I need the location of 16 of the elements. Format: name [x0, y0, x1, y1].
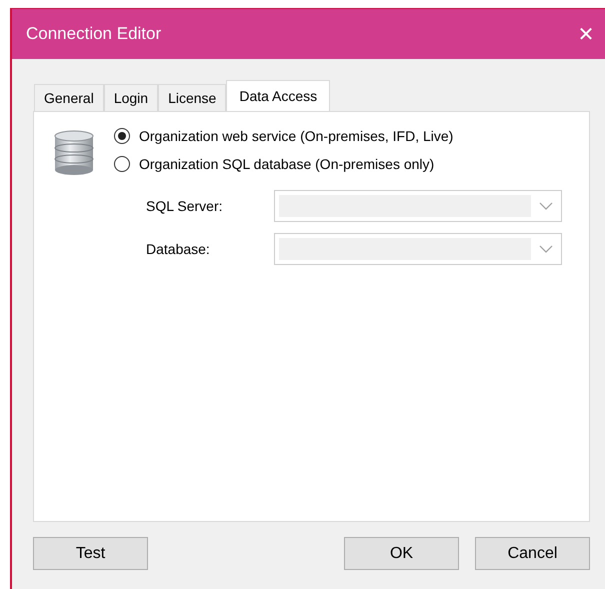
radio-option[interactable]: Organization SQL database (On-premises only)	[114, 156, 454, 172]
field-label: Database:	[146, 241, 211, 257]
database-icon	[52, 130, 96, 176]
tab[interactable]: Login	[104, 84, 158, 111]
window-title: Connection Editor	[26, 24, 162, 44]
dialog-button[interactable]: Test	[33, 537, 148, 570]
dialog-button[interactable]: Cancel	[475, 537, 590, 570]
chevron-down-icon	[539, 202, 553, 210]
chevron-down-icon	[539, 245, 553, 253]
radio-option[interactable]: Organization web service (On-premises, IFD, Live)	[114, 128, 454, 144]
tab[interactable]: General	[34, 84, 104, 111]
field-label: SQL Server:	[146, 198, 224, 214]
tab[interactable]: License	[158, 84, 226, 111]
dialog-button[interactable]: OK	[344, 537, 459, 570]
tab[interactable]: Data Access	[226, 80, 330, 111]
close-button[interactable]: ✕	[570, 22, 602, 46]
